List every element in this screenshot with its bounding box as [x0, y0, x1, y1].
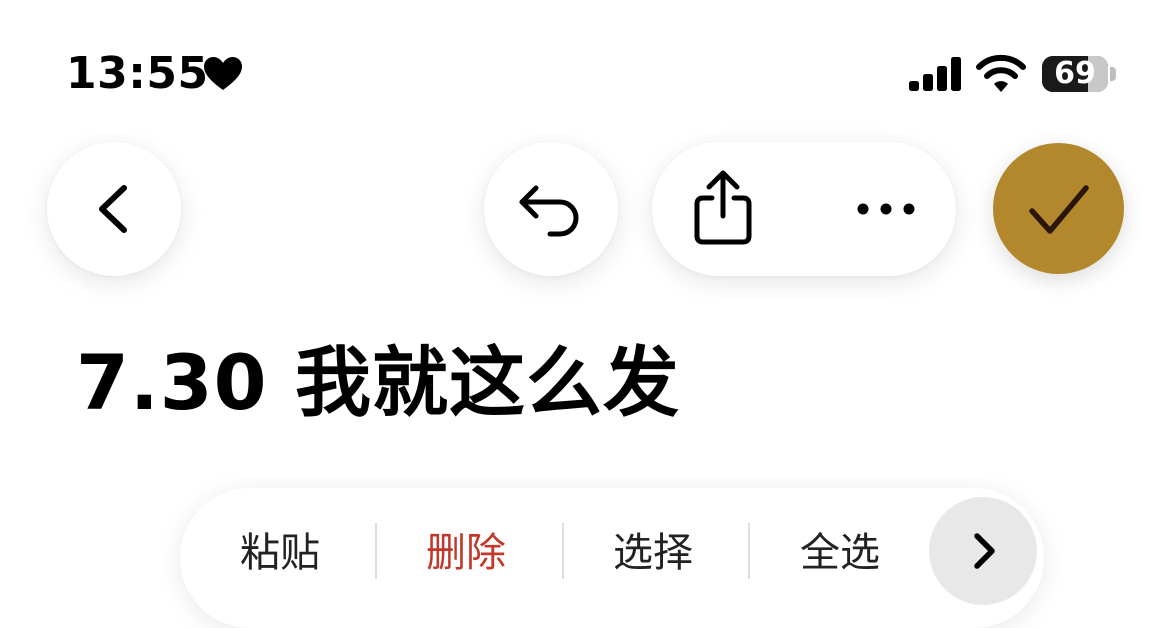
menu-item-select[interactable]: 选择: [593, 518, 713, 588]
menu-item-select-all[interactable]: 全选: [780, 518, 900, 588]
heart-icon: [204, 57, 242, 90]
undo-button[interactable]: [484, 142, 618, 276]
battery-level: 69: [1054, 56, 1096, 91]
cellular-signal-icon: [909, 57, 961, 91]
status-time: 13:55: [66, 48, 209, 99]
chevron-left-icon: [99, 185, 127, 233]
menu-separator: [748, 523, 750, 579]
back-button[interactable]: [47, 142, 181, 276]
chevron-right-icon: [974, 533, 995, 569]
menu-separator: [375, 523, 377, 579]
menu-separator: [562, 523, 564, 579]
toolbar-action-group: [652, 142, 956, 276]
more-icon: [857, 203, 915, 215]
menu-item-delete[interactable]: 删除: [406, 518, 526, 588]
share-icon: [694, 170, 752, 245]
more-button[interactable]: [804, 142, 956, 276]
menu-item-paste[interactable]: 粘贴: [220, 518, 340, 588]
note-title[interactable]: 7.30 我就这么发: [76, 335, 680, 431]
wifi-icon: [976, 54, 1026, 92]
battery-cap: [1110, 67, 1116, 81]
checkmark-icon: [1029, 185, 1089, 234]
done-button[interactable]: [993, 143, 1124, 274]
menu-next-button[interactable]: [929, 497, 1037, 605]
battery-icon: 69: [1042, 56, 1108, 92]
share-button[interactable]: [652, 142, 804, 276]
undo-icon: [519, 185, 579, 237]
